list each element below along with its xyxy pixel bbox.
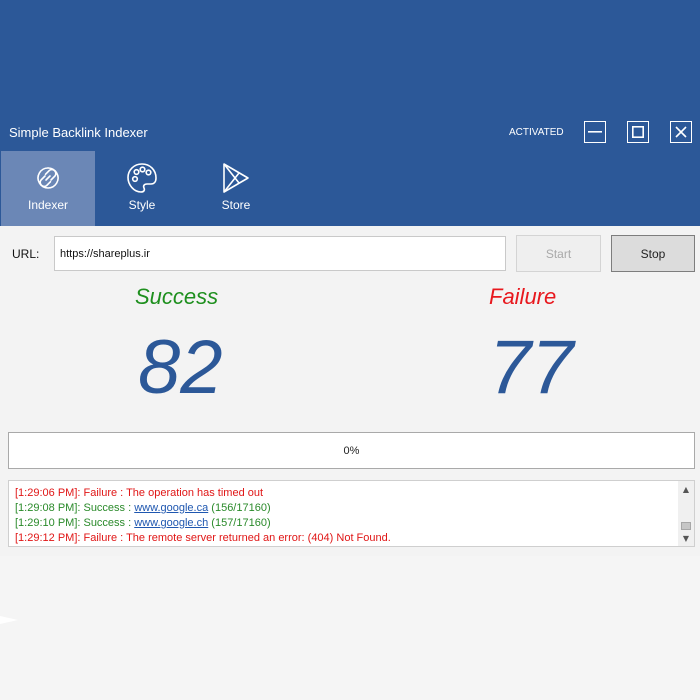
- log-line-text: [1:29:06 PM]: Failure : The operation ha…: [15, 487, 264, 499]
- success-label: Success: [135, 284, 219, 309]
- log-line: [1:29:06 PM]: Failure : The operation ha…: [15, 486, 674, 501]
- log-line-text: [1:29:12 PM]: Failure : The remote serve…: [15, 532, 391, 544]
- url-label: URL:: [12, 247, 40, 261]
- empty-workspace: [0, 556, 700, 700]
- url-input[interactable]: [54, 236, 506, 271]
- progress-bar: 0%: [8, 432, 695, 469]
- minimize-button[interactable]: [584, 121, 606, 143]
- log-scrollbar[interactable]: ▲ ▼: [678, 481, 694, 546]
- log-lines: [1:29:06 PM]: Failure : The operation ha…: [15, 486, 674, 546]
- app-title: Simple Backlink Indexer: [9, 125, 148, 140]
- close-icon: [675, 126, 687, 138]
- edge-notch: [0, 616, 18, 624]
- log-line-count: (157/17160): [208, 517, 271, 529]
- log-panel[interactable]: [1:29:06 PM]: Failure : The operation ha…: [8, 480, 695, 547]
- log-line-text: [1:29:10 PM]: Success :: [15, 517, 135, 529]
- tab-store[interactable]: Store: [189, 151, 283, 226]
- play-store-icon: [223, 163, 249, 193]
- failure-label: Failure: [489, 284, 557, 309]
- log-line: [1:29:10 PM]: Success : www.google.ch (1…: [15, 516, 674, 531]
- log-line-text: [1:29:08 PM]: Success :: [15, 502, 135, 514]
- log-line-link[interactable]: www.google.ca: [134, 502, 208, 514]
- scroll-thumb[interactable]: [681, 522, 691, 530]
- activation-status: ACTIVATED: [509, 127, 564, 138]
- failure-count: 77: [489, 325, 574, 410]
- stop-button[interactable]: Stop: [611, 235, 695, 272]
- maximize-button[interactable]: [627, 121, 649, 143]
- maximize-icon: [632, 126, 644, 138]
- tab-label: Style: [128, 198, 156, 212]
- tab-indexer[interactable]: Indexer: [1, 151, 95, 226]
- scroll-up-icon[interactable]: ▲: [678, 482, 694, 496]
- log-line-link[interactable]: www.google.ch: [134, 517, 208, 529]
- log-line-count: (156/17160): [208, 502, 271, 514]
- log-line: [1:29:12 PM]: Failure : The remote serve…: [15, 531, 674, 546]
- start-button[interactable]: Start: [516, 235, 601, 272]
- log-partial-line: [9, 481, 249, 482]
- success-count: 82: [138, 325, 223, 410]
- progress-percent: 0%: [343, 444, 360, 457]
- close-button[interactable]: [670, 121, 692, 143]
- tab-style[interactable]: Style: [95, 151, 189, 226]
- tab-label: Store: [221, 198, 251, 212]
- tab-label: Indexer: [27, 198, 69, 212]
- palette-icon: [127, 163, 157, 193]
- log-line: [1:29:08 PM]: Success : www.google.ca (1…: [15, 501, 674, 516]
- link-icon: [37, 167, 59, 189]
- minimize-icon: [588, 131, 602, 133]
- scroll-down-icon[interactable]: ▼: [678, 531, 694, 545]
